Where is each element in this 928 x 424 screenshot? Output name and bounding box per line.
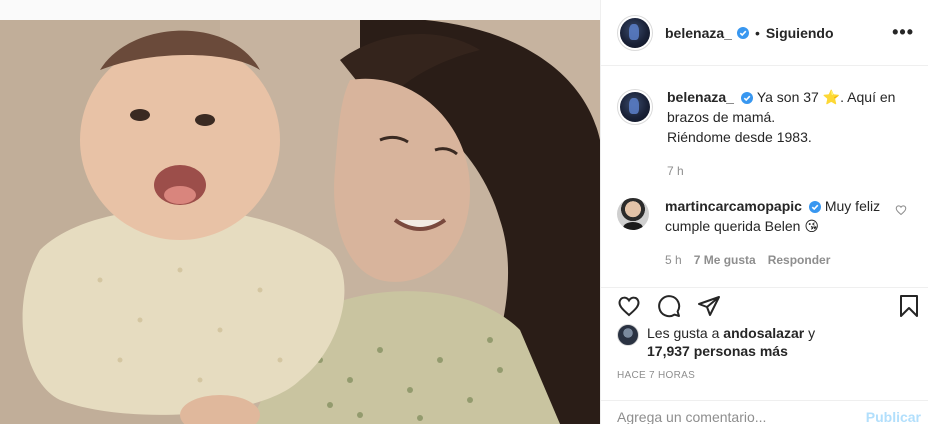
- post-photo[interactable]: [0, 20, 600, 424]
- likes-prefix: Les gusta a: [647, 325, 720, 341]
- caption-text-3: Riéndome desde 1983.: [667, 129, 812, 145]
- star-emoji-icon: ⭐: [822, 89, 841, 105]
- comment-meta: 5 h 7 Me gusta Responder: [665, 250, 913, 270]
- add-comment-bar: Publicar: [601, 400, 928, 424]
- save-bookmark-icon[interactable]: [897, 294, 921, 318]
- verified-badge-icon: [808, 201, 821, 214]
- caption: belenaza_ Ya son 37 ⭐. Aquí en brazos de…: [601, 87, 928, 181]
- like-heart-icon[interactable]: [617, 294, 641, 318]
- caption-text-1b: . Aquí en: [840, 89, 896, 105]
- comment-text-2: cumple querida Belen: [665, 218, 801, 234]
- add-comment-input[interactable]: [617, 409, 847, 424]
- caption-text-2: brazos de mamá.: [667, 109, 776, 125]
- commenter-username[interactable]: martincarcamopapic: [665, 198, 802, 214]
- post-header: belenaza_ • Siguiendo •••: [601, 0, 928, 66]
- photo-illustration: [0, 20, 600, 424]
- header-separator: •: [754, 24, 760, 41]
- verified-badge-icon: [740, 92, 753, 105]
- comment-text-1: Muy feliz: [824, 198, 881, 214]
- liker-username[interactable]: andosalazar: [723, 325, 804, 341]
- comment-body: martincarcamopapic Muy feliz cumple quer…: [665, 196, 913, 270]
- caption-avatar[interactable]: [617, 89, 653, 125]
- comments-list: belenaza_ Ya son 37 ⭐. Aquí en brazos de…: [601, 67, 928, 287]
- comment-item: martincarcamopapic Muy feliz cumple quer…: [601, 196, 928, 270]
- commenter-avatar[interactable]: [617, 198, 649, 230]
- reply-button[interactable]: Responder: [768, 250, 831, 270]
- caption-username[interactable]: belenaza_: [667, 89, 734, 105]
- share-paper-plane-icon[interactable]: [697, 294, 721, 318]
- more-options-icon[interactable]: •••: [892, 22, 914, 43]
- comment-bubble-icon[interactable]: [657, 294, 681, 318]
- kiss-emoji-icon: 😘: [804, 218, 819, 234]
- comment-time[interactable]: 5 h: [665, 250, 682, 270]
- caption-body: belenaza_ Ya son 37 ⭐. Aquí en brazos de…: [667, 87, 913, 181]
- post-side-panel: belenaza_ • Siguiendo ••• belenaza_ Ya s…: [600, 0, 928, 424]
- likes-and: y: [808, 325, 816, 341]
- post-timestamp[interactable]: HACE 7 HORAS: [617, 370, 695, 381]
- likes-count[interactable]: 17,937 personas más: [647, 343, 788, 359]
- action-bar: [601, 287, 928, 327]
- liker-avatar[interactable]: [617, 324, 639, 346]
- author-username[interactable]: belenaza_: [665, 25, 732, 41]
- likes-text: Les gusta a andosalazar y 17,937 persona…: [647, 324, 815, 360]
- caption-meta: 7 h: [667, 161, 913, 181]
- caption-time[interactable]: 7 h: [667, 161, 684, 181]
- top-strip: [0, 0, 600, 20]
- verified-badge-icon: [736, 26, 749, 39]
- comment-like-heart-icon[interactable]: [895, 204, 907, 216]
- caption-text-1: Ya son 37: [756, 89, 819, 105]
- follow-status-button[interactable]: Siguiendo: [766, 25, 834, 41]
- author-avatar[interactable]: [617, 14, 653, 51]
- comment-likes[interactable]: 7 Me gusta: [694, 250, 756, 270]
- publish-comment-button[interactable]: Publicar: [866, 409, 921, 424]
- likes-summary: Les gusta a andosalazar y 17,937 persona…: [617, 324, 917, 360]
